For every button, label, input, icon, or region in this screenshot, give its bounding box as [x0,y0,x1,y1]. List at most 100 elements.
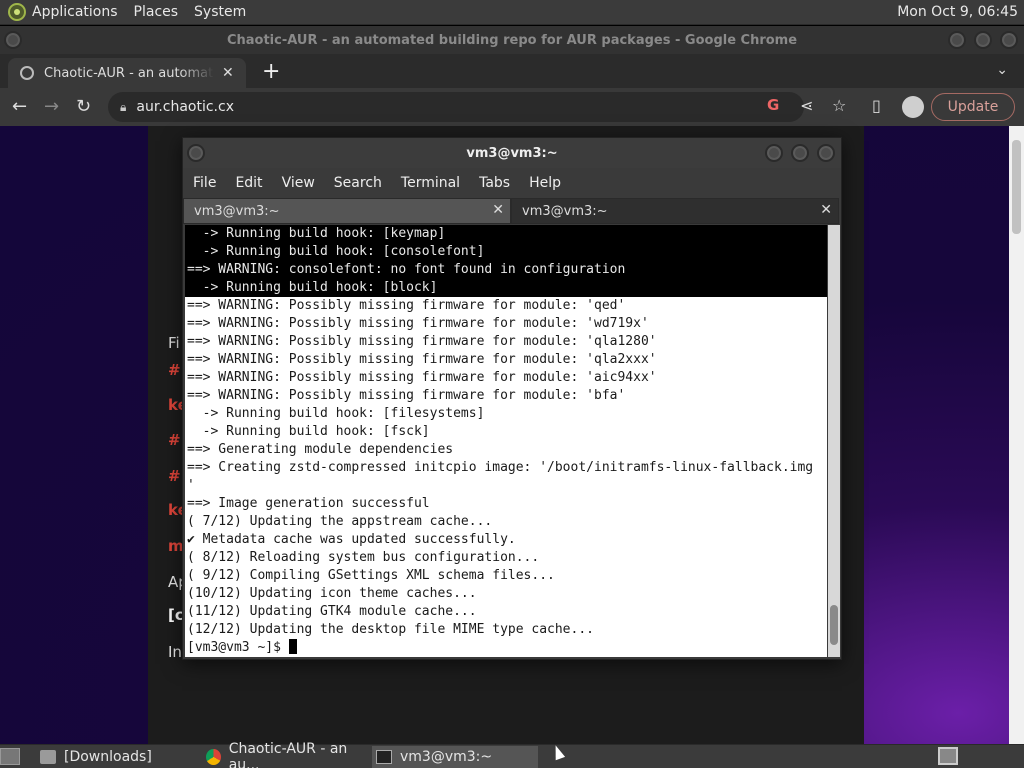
tab-close-icon[interactable]: ✕ [820,202,832,218]
window-menu-icon[interactable] [4,31,22,49]
bottom-panel: [Downloads] Chaotic-AUR - an au... vm3@v… [0,741,1024,768]
close-icon[interactable] [1000,31,1018,49]
minimize-icon[interactable] [765,144,783,162]
menu-search[interactable]: Search [334,175,382,191]
browser-tab-label: Chaotic-AUR - an automated building repo… [44,65,214,81]
terminal-tab-label: vm3@vm3:~ [522,203,608,219]
terminal-output-line: ==> WARNING: Possibly missing firmware f… [187,316,649,331]
terminal-output-line: ==> Creating zstd-compressed initcpio im… [187,460,814,475]
terminal-output-line: (12/12) Updating the desktop file MIME t… [187,622,594,637]
terminal-output-line: ( 8/12) Reloading system bus configurati… [187,550,540,565]
terminal-tab[interactable]: vm3@vm3:~ ✕ [511,198,839,224]
menu-file[interactable]: File [193,175,216,191]
terminal-tabbar: vm3@vm3:~ ✕ vm3@vm3:~ ✕ [183,198,841,224]
google-lens-icon[interactable]: G [767,96,779,114]
page-text-line: In [168,643,182,661]
terminal-scrollbar[interactable] [828,225,840,657]
terminal-output-line: ==> Generating module dependencies [187,442,454,457]
text-cursor [288,639,297,654]
terminal-output-line: -> Running build hook: [filesystems] [187,406,485,421]
menu-edit[interactable]: Edit [235,175,262,191]
taskbar-item-terminal[interactable]: vm3@vm3:~ [372,746,538,768]
terminal-output-line: ' [187,478,195,493]
terminal-prompt: [vm3@vm3 ~]$ [187,640,289,655]
menu-applications[interactable]: Applications [32,4,118,20]
terminal-output-line: ==> WARNING: Possibly missing firmware f… [187,388,626,403]
maximize-icon[interactable] [791,144,809,162]
minimize-icon[interactable] [948,31,966,49]
terminal-title: vm3@vm3:~ [466,145,558,161]
clock[interactable]: Mon Oct 9, 06:45 [897,4,1018,20]
terminal-menubar: File Edit View Search Terminal Tabs Help [183,168,841,198]
terminal-output-line: ==> WARNING: consolefont: no font found … [185,261,827,279]
menu-view[interactable]: View [282,175,315,191]
terminal-window: vm3@vm3:~ File Edit View Search Terminal… [182,137,842,660]
reload-icon[interactable]: ↻ [76,96,91,117]
taskbar-item-chrome[interactable]: Chaotic-AUR - an au... [202,741,370,768]
chrome-titlebar[interactable]: Chaotic-AUR - an automated building repo… [0,26,1024,54]
page-text-line: # [168,431,181,449]
taskbar-item-downloads[interactable]: [Downloads] [36,746,200,768]
terminal-titlebar[interactable]: vm3@vm3:~ [183,138,841,168]
tab-search-chevron-icon[interactable]: ⌄ [996,62,1008,78]
terminal-output-line: ==> Image generation successful [187,496,430,511]
lock-icon[interactable]: 🔒︎ [120,100,126,115]
terminal-output-line: ==> WARNING: Possibly missing firmware f… [187,370,657,385]
menu-system[interactable]: System [194,4,246,20]
taskbar-item-label: Chaotic-AUR - an au... [228,741,348,768]
profile-avatar-icon[interactable] [902,96,924,118]
menu-tabs[interactable]: Tabs [479,175,510,191]
terminal-output-line: -> Running build hook: [keymap] [185,225,827,243]
terminal-prompt-line[interactable]: [vm3@vm3 ~]$ [185,639,827,657]
terminal-output-line: ==> WARNING: Possibly missing firmware f… [187,352,657,367]
close-icon[interactable] [817,144,835,162]
chrome-icon [206,749,221,765]
terminal-scrollbar-thumb[interactable] [830,605,838,645]
back-arrow-icon[interactable]: ← [12,96,27,117]
terminal-output[interactable]: -> Running build hook: [keymap] -> Runni… [185,225,827,657]
tab-close-icon[interactable]: ✕ [492,202,504,218]
browser-tab[interactable]: Chaotic-AUR - an automated building repo… [8,58,246,88]
tab-close-icon[interactable]: ✕ [222,65,234,81]
address-bar-url[interactable]: aur.chaotic.cx [136,99,234,115]
page-text-line: # [168,361,181,379]
terminal-output-line: ==> WARNING: Possibly missing firmware f… [187,298,626,313]
workspace-switcher[interactable] [938,747,958,765]
terminal-output-line: ✔ Metadata cache was updated successfull… [187,532,516,547]
chrome-tabbar: Chaotic-AUR - an automated building repo… [0,54,1024,88]
taskbar-item-label: vm3@vm3:~ [400,749,493,765]
maximize-icon[interactable] [974,31,992,49]
terminal-output-line: ( 9/12) Compiling GSettings XML schema f… [187,568,555,583]
folder-icon [40,750,56,764]
terminal-output-line: -> Running build hook: [fsck] [187,424,430,439]
new-tab-button[interactable]: + [262,59,280,84]
terminal-output-line: ==> WARNING: Possibly missing firmware f… [187,334,657,349]
terminal-output-line: (11/12) Updating GTK4 module cache... [187,604,477,619]
site-favicon-icon [20,66,34,80]
chrome-window-title: Chaotic-AUR - an automated building repo… [226,32,798,48]
bookmark-star-icon[interactable]: ☆ [832,96,846,115]
terminal-output-line: -> Running build hook: [consolefont] [185,243,827,261]
side-panel-icon[interactable]: ▯ [872,96,881,115]
terminal-output-line: -> Running build hook: [block] [185,279,827,297]
share-icon[interactable]: ⋖ [800,96,813,115]
top-panel: Applications Places System Mon Oct 9, 06… [0,0,1024,25]
page-text-line: Fi [168,334,180,352]
menu-terminal[interactable]: Terminal [401,175,460,191]
update-button[interactable]: Update [931,93,1015,121]
menu-help[interactable]: Help [529,175,561,191]
page-text-line: # [168,467,181,485]
chrome-toolbar: ← → ↻ 🔒︎ aur.chaotic.cx G ⋖ ☆ ▯ Update [0,88,1024,126]
window-menu-icon[interactable] [187,144,205,162]
menu-places[interactable]: Places [134,4,179,20]
address-bar[interactable]: 🔒︎ aur.chaotic.cx [108,92,804,122]
terminal-icon [376,750,392,764]
page-scrollbar[interactable] [1009,126,1024,744]
mate-logo-icon[interactable] [8,3,26,21]
show-desktop-icon[interactable] [0,748,20,765]
terminal-tab-label: vm3@vm3:~ [194,203,280,219]
terminal-output-line: ( 7/12) Updating the appstream cache... [187,514,493,529]
page-scrollbar-thumb[interactable] [1012,140,1021,234]
terminal-tab[interactable]: vm3@vm3:~ ✕ [183,198,511,224]
forward-arrow-icon[interactable]: → [44,96,59,117]
